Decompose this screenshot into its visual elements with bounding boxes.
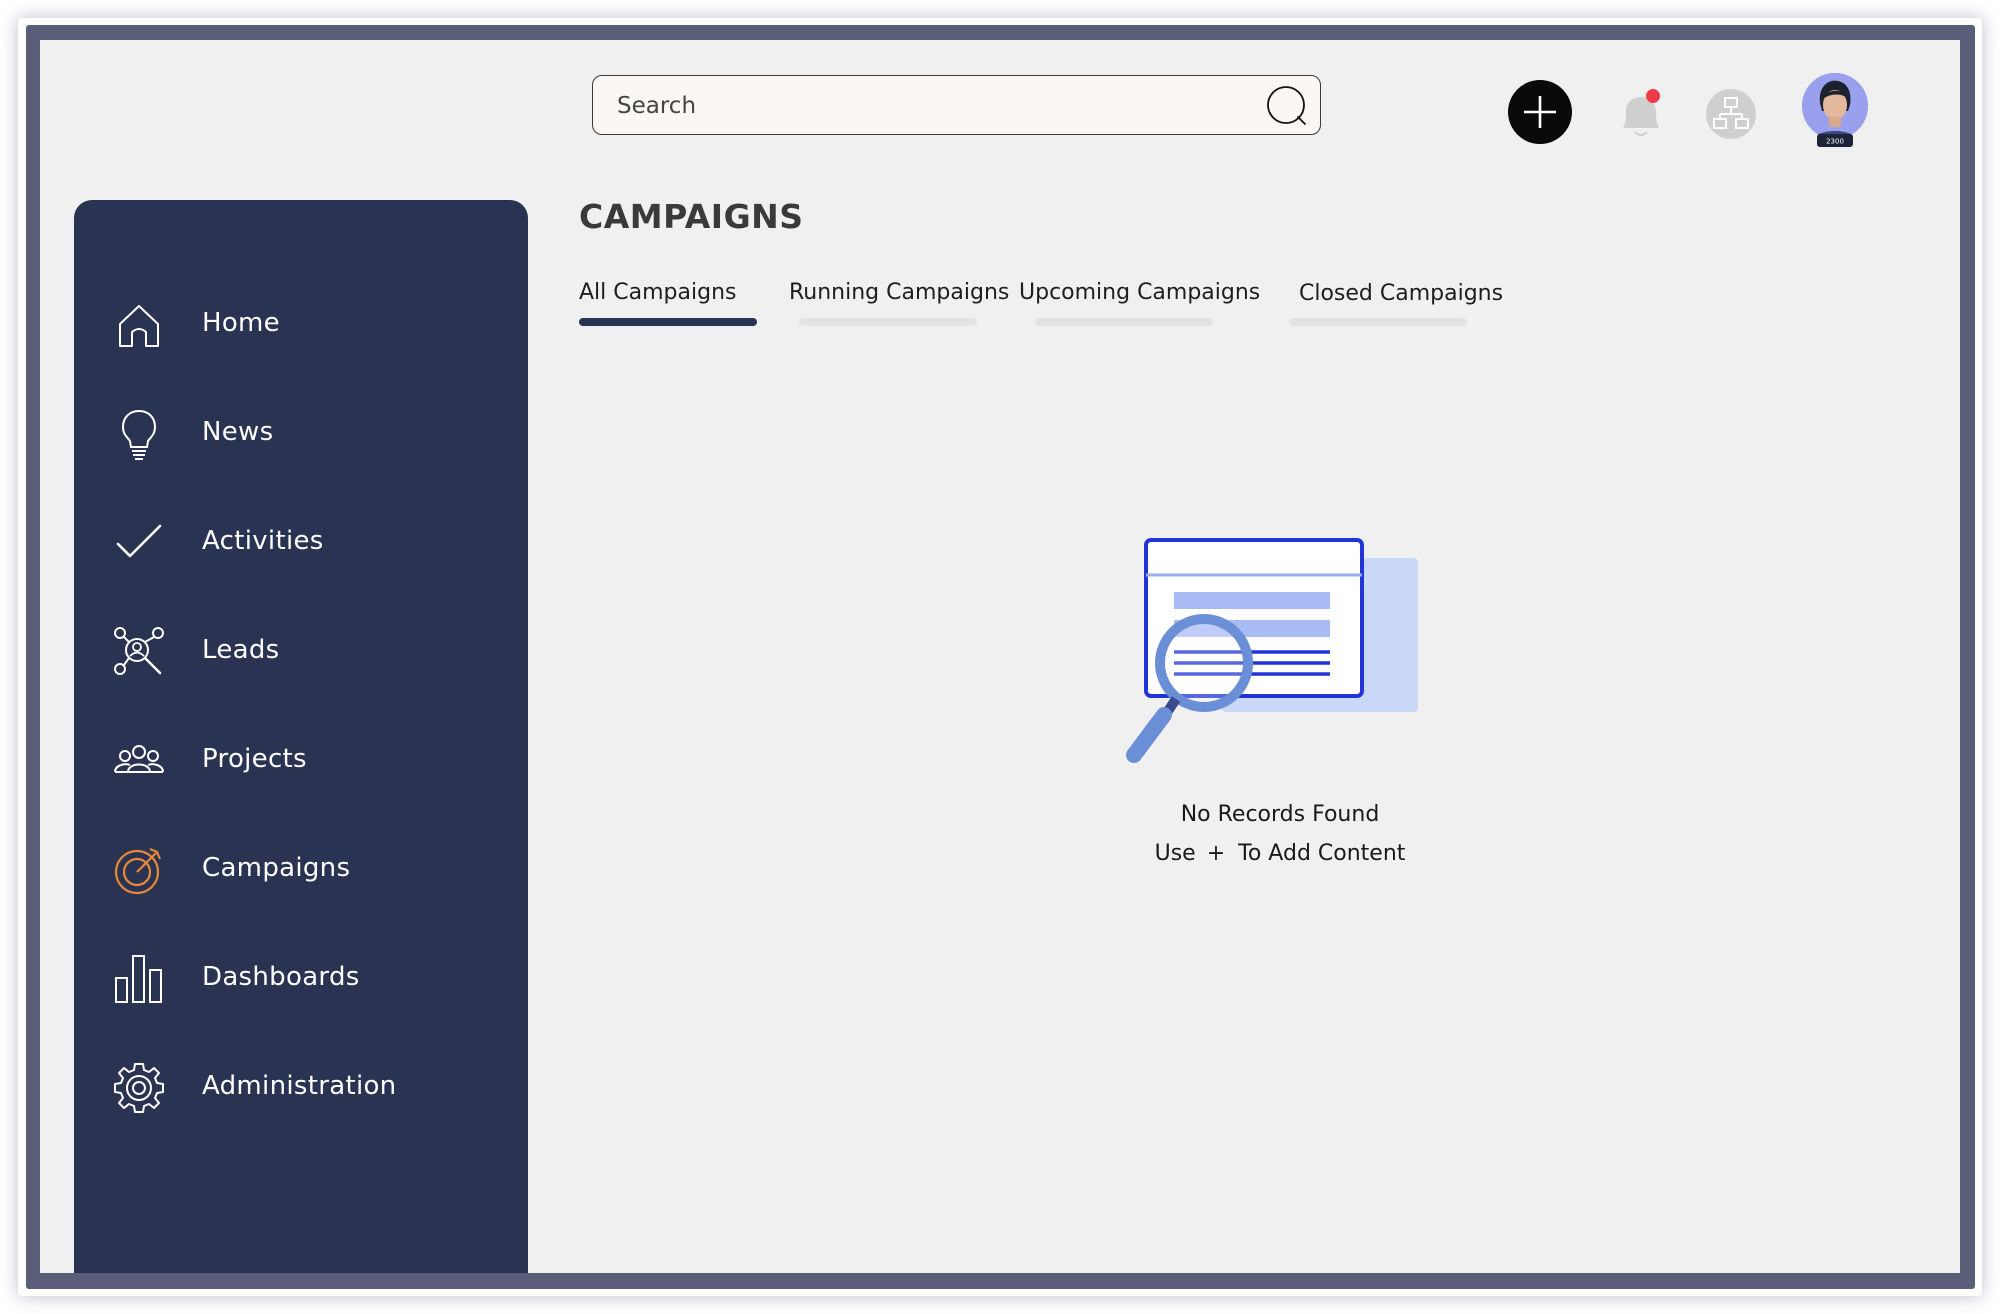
user-photo-icon: 2300	[1802, 73, 1868, 147]
sidebar-item-dashboards[interactable]: Dashboards	[74, 944, 528, 1014]
sidebar-item-news[interactable]: News	[74, 399, 528, 469]
search-bar[interactable]	[592, 75, 1321, 136]
hint-suffix: To Add Content	[1238, 841, 1406, 866]
tab-indicator	[1289, 318, 1467, 326]
sidebar-item-activities[interactable]: Activities	[74, 508, 528, 578]
avatar-badge: 2300	[1826, 138, 1844, 146]
bar-chart-icon	[115, 955, 162, 1003]
add-button[interactable]	[1508, 80, 1572, 144]
app-window: 2300 Home News Activities	[40, 40, 1960, 1273]
sidebar-item-label: Dashboards	[202, 962, 360, 992]
sidebar-item-label: News	[202, 417, 274, 447]
search-input[interactable]	[615, 76, 1239, 136]
sidebar-item-campaigns[interactable]: Campaigns	[74, 835, 528, 905]
plus-icon: +	[1206, 841, 1226, 866]
leads-network-icon	[114, 627, 164, 675]
sidebar-item-leads[interactable]: Leads	[74, 617, 528, 687]
gear-icon	[114, 1063, 164, 1113]
sidebar: Home News Activities Leads Projects Camp…	[74, 200, 528, 1273]
no-records-illustration	[1126, 538, 1418, 763]
lightbulb-icon	[121, 409, 157, 460]
sidebar-item-label: Campaigns	[202, 853, 351, 883]
tab-indicator-active	[579, 318, 757, 326]
target-icon	[114, 847, 162, 895]
tab-upcoming-campaigns[interactable]: Upcoming Campaigns	[1019, 280, 1260, 330]
page-title: CAMPAIGNS	[579, 197, 804, 236]
sidebar-item-label: Leads	[202, 635, 280, 665]
sidebar-item-projects[interactable]: Projects	[74, 726, 528, 796]
sidebar-item-label: Activities	[202, 526, 324, 556]
tab-label: Upcoming Campaigns	[1019, 280, 1261, 305]
notification-bell-icon[interactable]	[1615, 88, 1667, 142]
tab-running-campaigns[interactable]: Running Campaigns	[789, 280, 1009, 330]
sidebar-item-label: Administration	[202, 1071, 397, 1101]
notification-dot	[1646, 89, 1660, 103]
tab-indicator	[799, 318, 977, 326]
tab-label: Closed Campaigns	[1299, 281, 1504, 306]
home-icon	[119, 305, 159, 347]
empty-state-title: No Records Found	[1180, 802, 1380, 827]
tab-indicator	[1035, 318, 1213, 326]
hint-prefix: Use	[1154, 841, 1196, 866]
sidebar-item-label: Projects	[202, 744, 307, 774]
org-chart-icon[interactable]	[1705, 88, 1757, 140]
sidebar-item-home[interactable]: Home	[74, 290, 528, 360]
tab-all-campaigns[interactable]: All Campaigns	[579, 280, 757, 330]
tab-label: All Campaigns	[579, 280, 737, 305]
people-group-icon	[114, 745, 164, 773]
check-icon	[116, 524, 162, 558]
plus-icon	[1524, 96, 1556, 128]
sidebar-item-administration[interactable]: Administration	[74, 1053, 528, 1123]
empty-state-hint: Use + To Add Content	[1040, 841, 1520, 866]
avatar[interactable]: 2300	[1800, 73, 1870, 151]
tab-closed-campaigns[interactable]: Closed Campaigns	[1289, 281, 1504, 331]
tab-label: Running Campaigns	[789, 280, 1010, 305]
sidebar-item-label: Home	[202, 308, 280, 338]
search-icon[interactable]	[1264, 84, 1308, 128]
